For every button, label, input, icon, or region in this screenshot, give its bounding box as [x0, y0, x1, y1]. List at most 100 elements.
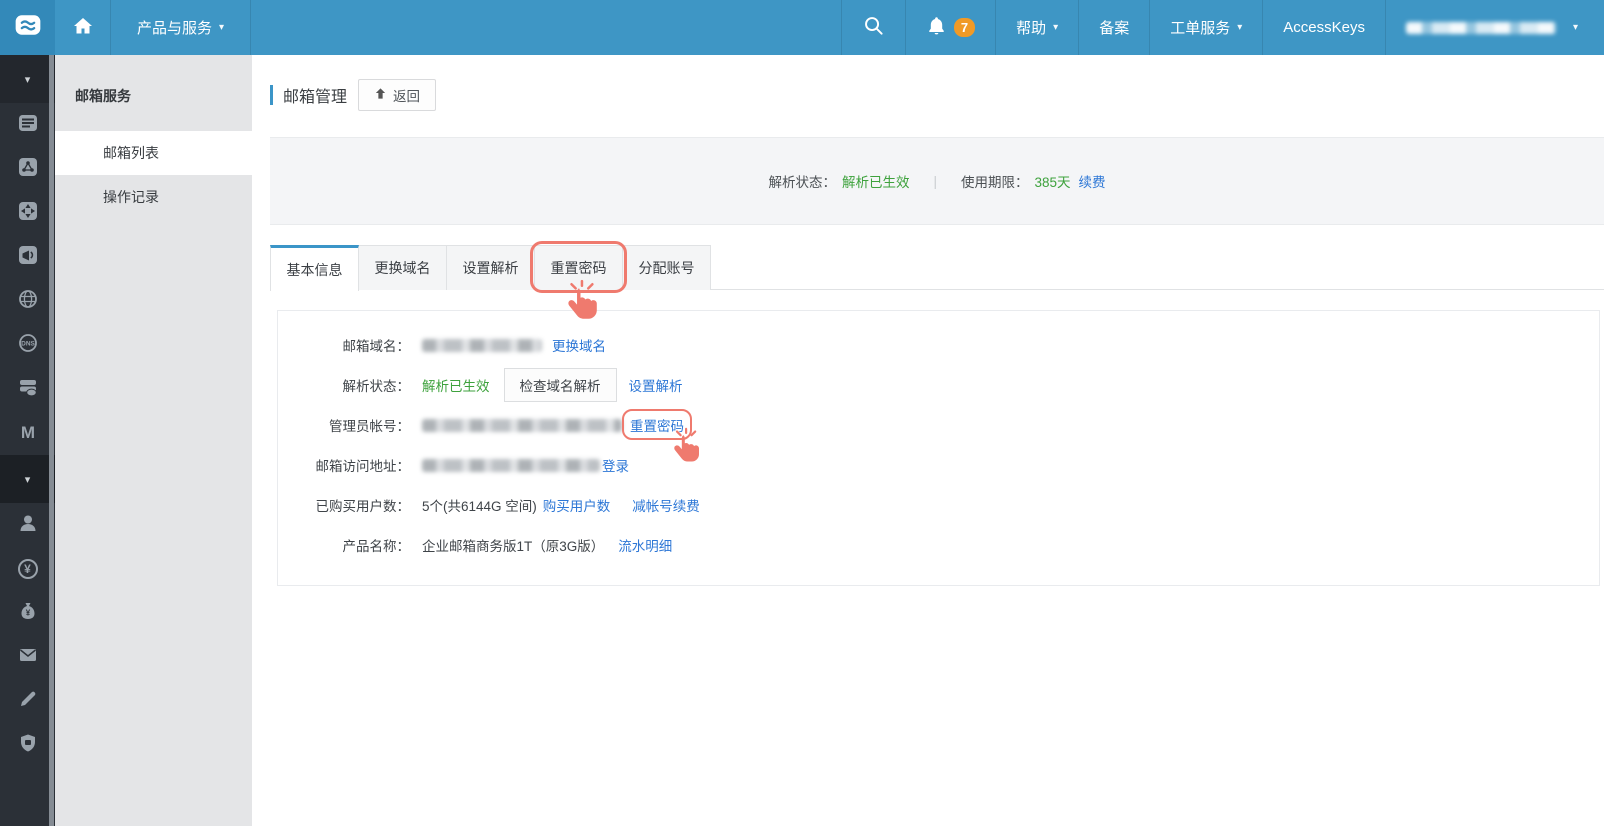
chevron-down-icon: ▾: [219, 22, 225, 33]
search-button[interactable]: [840, 0, 905, 55]
renew-link[interactable]: 续费: [1079, 171, 1106, 191]
tab-label: 更换域名: [374, 260, 431, 276]
svg-text:DNS: DNS: [21, 340, 35, 347]
sidebar-item-server-list[interactable]: [0, 103, 55, 147]
sidebar-item-dns[interactable]: DNS: [0, 323, 55, 367]
sidebar-item-billing[interactable]: ¥: [0, 547, 55, 591]
chevron-down-icon: ▾: [24, 473, 31, 486]
dns-globe-icon: DNS: [17, 332, 39, 359]
server-list-icon: [17, 112, 39, 139]
aliyun-logo[interactable]: [0, 0, 55, 55]
sub-sidebar: 邮箱服务 邮箱列表 操作记录: [55, 55, 252, 826]
tab-basic-info[interactable]: 基本信息: [270, 245, 359, 291]
help-label: 帮助: [1016, 20, 1047, 37]
row-resolve-status: 解析状态： 解析已生效 检查域名解析 设置解析: [278, 365, 1599, 405]
home-button[interactable]: [55, 0, 111, 55]
arrow-up-icon: [374, 87, 387, 103]
account-name-redacted: [1405, 21, 1556, 34]
notification-count-badge: 7: [953, 18, 976, 37]
sidebar-item-security[interactable]: [0, 723, 55, 767]
sidebar-item-app-nodes[interactable]: [0, 147, 55, 191]
login-link[interactable]: 登录: [602, 455, 629, 475]
row-mail-access-url: 邮箱访问地址： 登录: [278, 445, 1599, 485]
resolve-status-value: 解析已生效: [422, 379, 490, 394]
purchased-users-value: 5个(共6144G 空间): [422, 499, 537, 514]
tab-set-resolution[interactable]: 设置解析: [446, 245, 535, 290]
field-label: 解析状态：: [342, 379, 411, 394]
row-purchased-users: 已购买用户数： 5个(共6144G 空间) 购买用户数 减帐号续费: [278, 485, 1599, 525]
redacted-access-url-value: [422, 458, 600, 472]
product-name-value: 企业邮箱商务版1T（原3G版）: [422, 539, 605, 554]
tab-assign-account[interactable]: 分配账号: [622, 245, 711, 290]
user-icon: [17, 512, 39, 539]
back-button[interactable]: 返回: [358, 79, 437, 111]
check-domain-resolution-button[interactable]: 检查域名解析: [503, 368, 617, 402]
sidebar-item-operation-log[interactable]: 操作记录: [55, 175, 252, 219]
money-bag-icon: ¥: [17, 600, 39, 627]
sub-sidebar-header: 邮箱服务: [75, 88, 131, 104]
ticket-service-menu[interactable]: 工单服务 ▾: [1149, 0, 1262, 55]
transaction-detail-link[interactable]: 流水明细: [618, 535, 672, 555]
field-label: 产品名称：: [342, 539, 411, 554]
sidebar-item-cross-arrows[interactable]: [0, 191, 55, 235]
resolve-status-value: 解析已生效: [841, 175, 910, 190]
period-value: 385天: [1034, 175, 1071, 190]
redacted-domain-value: [422, 338, 542, 352]
sidebar-item-storage[interactable]: [0, 367, 55, 411]
beian-link[interactable]: 备案: [1078, 0, 1149, 55]
svg-text:¥: ¥: [25, 608, 30, 617]
sidebar-scrollbar[interactable]: [49, 55, 54, 826]
sidebar-group1-collapse[interactable]: ▾: [0, 55, 55, 103]
field-label: 邮箱访问地址：: [315, 459, 411, 474]
tab-label: 分配账号: [638, 260, 695, 276]
tab-label: 重置密码: [550, 260, 607, 276]
reduce-account-renew-link[interactable]: 减帐号续费: [632, 495, 700, 515]
envelope-icon: [17, 644, 39, 671]
globe-icon: [17, 288, 39, 315]
accesskeys-label: AccessKeys: [1283, 19, 1365, 36]
chevron-down-icon: ▾: [24, 73, 31, 86]
title-accent-bar: [270, 85, 273, 105]
sidebar-item-m-service[interactable]: M: [0, 411, 55, 455]
sidebar-item-announce[interactable]: [0, 235, 55, 279]
cross-arrows-icon: [17, 200, 39, 227]
beian-label: 备案: [1099, 20, 1130, 37]
account-menu[interactable]: ▾: [1384, 0, 1604, 55]
sidebar-group2-collapse[interactable]: ▾: [0, 455, 55, 503]
tab-change-domain[interactable]: 更换域名: [358, 245, 447, 290]
change-domain-link[interactable]: 更换域名: [552, 335, 606, 355]
sidebar-item-globe[interactable]: [0, 279, 55, 323]
accesskeys-link[interactable]: AccessKeys: [1262, 0, 1385, 55]
set-resolution-link[interactable]: 设置解析: [629, 375, 683, 395]
field-label: 邮箱域名：: [342, 339, 411, 354]
sidebar-item-edit[interactable]: [0, 679, 55, 723]
tab-reset-password[interactable]: 重置密码: [530, 241, 627, 319]
period-label: 使用期限：: [960, 175, 1029, 190]
products-services-label: 产品与服务: [137, 20, 213, 37]
notifications-button[interactable]: 7: [904, 0, 995, 55]
buy-users-link[interactable]: 购买用户数: [543, 495, 611, 515]
search-icon: [862, 14, 885, 41]
sidebar-item-user[interactable]: [0, 503, 55, 547]
tab-label: 基本信息: [286, 261, 343, 278]
home-icon: [72, 15, 94, 41]
tab-label: 设置解析: [462, 260, 519, 276]
sidebar-item-mailbox-list[interactable]: 邮箱列表: [55, 131, 252, 175]
row-mail-domain: 邮箱域名： 更换域名: [278, 325, 1599, 365]
reset-password-annotated: 重置密码: [622, 409, 699, 462]
help-menu[interactable]: 帮助 ▾: [995, 0, 1078, 55]
basic-info-panel: 邮箱域名： 更换域名 解析状态： 解析已生效 检查域名解析 设置解析 管理员帐号…: [277, 310, 1600, 586]
main-content: 邮箱管理 返回 解析状态： 解析已生效 | 使用期限： 385天 续费 基本信息…: [252, 55, 1604, 826]
ticket-service-label: 工单服务: [1170, 20, 1231, 37]
sidebar-item-funds[interactable]: ¥: [0, 591, 55, 635]
back-button-label: 返回: [393, 89, 421, 104]
status-divider: |: [933, 173, 937, 189]
resolve-status-label: 解析状态：: [768, 175, 836, 190]
products-services-menu[interactable]: 产品与服务 ▾: [111, 0, 252, 55]
sidebar-item-mail[interactable]: [0, 635, 55, 679]
yen-circle-icon: ¥: [17, 559, 38, 579]
reset-password-link[interactable]: 重置密码: [630, 419, 684, 434]
app-nodes-icon: [17, 156, 39, 183]
redacted-admin-account-value: [422, 418, 622, 432]
